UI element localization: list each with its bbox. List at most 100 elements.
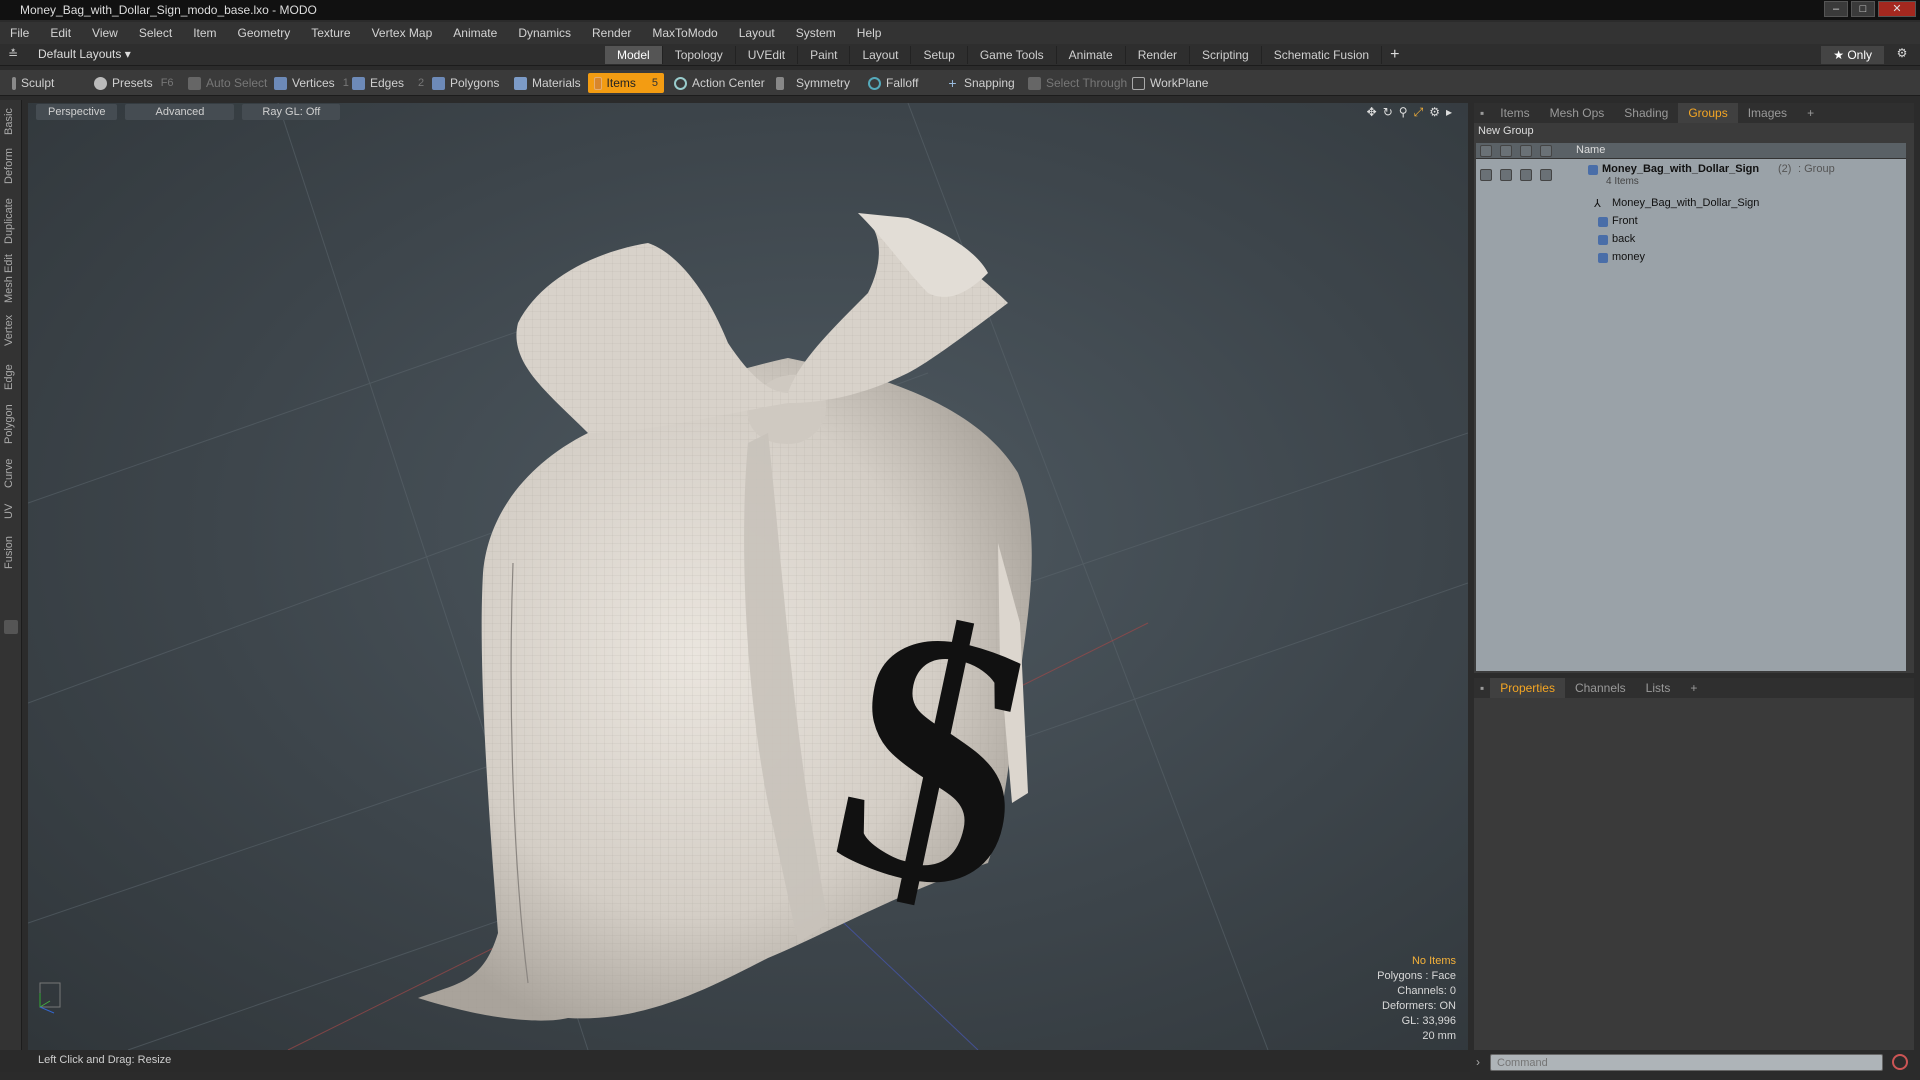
tab-groups[interactable]: Groups <box>1678 103 1738 123</box>
menu-system[interactable]: System <box>796 26 836 40</box>
add-panel-tab-icon[interactable]: + <box>1797 106 1824 120</box>
tab-lists[interactable]: Lists <box>1636 681 1681 695</box>
select-through-icon <box>1028 76 1041 90</box>
menu-geometry[interactable]: Geometry <box>238 26 291 40</box>
viewport-expand-icon[interactable]: ▸ <box>1446 105 1452 120</box>
layout-arrow-icon[interactable]: ≛ <box>8 47 18 61</box>
list-item[interactable]: back <box>1476 231 1906 249</box>
menu-vertex-map[interactable]: Vertex Map <box>372 26 433 40</box>
select-through-button[interactable]: Select Through <box>1022 73 1133 93</box>
menu-render[interactable]: Render <box>592 26 631 40</box>
presets-button[interactable]: Presets F6 <box>88 73 180 93</box>
tab-uvedit[interactable]: UVEdit <box>736 46 799 64</box>
list-item[interactable]: money <box>1476 249 1906 267</box>
menu-animate[interactable]: Animate <box>453 26 497 40</box>
menu-layout[interactable]: Layout <box>739 26 775 40</box>
sculpt-button[interactable]: Sculpt <box>6 73 60 93</box>
viewport-settings-icon[interactable]: ⚙ <box>1429 105 1440 120</box>
symmetry-button[interactable]: Symmetry <box>770 73 856 93</box>
menu-select[interactable]: Select <box>139 26 172 40</box>
menu-help[interactable]: Help <box>857 26 882 40</box>
add-tab-icon[interactable]: + <box>1382 46 1407 64</box>
render-icon[interactable] <box>1500 169 1512 181</box>
tab-paint[interactable]: Paint <box>798 46 851 64</box>
vtab-curve[interactable]: Curve <box>3 456 19 490</box>
workplane-button[interactable]: WorkPlane <box>1126 73 1214 93</box>
menu-maxtomodo[interactable]: MaxToModo <box>652 26 717 40</box>
status-hint: Left Click and Drag: Resize <box>38 1054 172 1066</box>
raygl-button[interactable]: Ray GL: Off <box>242 104 341 120</box>
auto-select-button[interactable]: Auto Select <box>182 73 273 93</box>
tab-properties[interactable]: Properties <box>1490 678 1565 698</box>
tab-model[interactable]: Model <box>605 46 663 64</box>
pan-icon[interactable]: ✥ <box>1367 105 1377 120</box>
snapping-button[interactable]: + Snapping <box>940 73 1021 93</box>
menu-file[interactable]: File <box>10 26 29 40</box>
mesh-icon <box>1598 217 1608 227</box>
materials-button[interactable]: Materials <box>508 73 587 93</box>
vtab-deform[interactable]: Deform <box>3 146 19 186</box>
menu-texture[interactable]: Texture <box>311 26 350 40</box>
tab-animate[interactable]: Animate <box>1057 46 1126 64</box>
items-button[interactable]: Items 5 <box>588 73 664 93</box>
close-button[interactable]: ✕ <box>1878 1 1916 17</box>
tab-shading[interactable]: Shading <box>1614 106 1678 120</box>
vtab-duplicate[interactable]: Duplicate <box>3 196 19 246</box>
advanced-button[interactable]: Advanced <box>125 104 235 120</box>
select-icon[interactable] <box>1540 169 1552 181</box>
lock-icon[interactable] <box>1520 169 1532 181</box>
tab-mesh-ops[interactable]: Mesh Ops <box>1540 106 1615 120</box>
polygons-button[interactable]: Polygons <box>426 73 505 93</box>
tab-channels[interactable]: Channels <box>1565 681 1636 695</box>
command-input[interactable] <box>1490 1054 1883 1071</box>
maximize-button[interactable]: □ <box>1851 1 1875 17</box>
vertices-button[interactable]: Vertices 1 <box>268 73 355 93</box>
tab-topology[interactable]: Topology <box>663 46 736 64</box>
lock-column-icon[interactable] <box>1520 145 1532 157</box>
fit-icon[interactable]: ⤢ <box>1414 105 1424 120</box>
new-group-button[interactable]: New Group <box>1474 123 1538 139</box>
tool-strip-toggle-icon[interactable] <box>4 620 18 634</box>
tab-scripting[interactable]: Scripting <box>1190 46 1262 64</box>
group-row[interactable]: Money_Bag_with_Dollar_Sign (2) : Group 4… <box>1476 161 1906 191</box>
tab-items[interactable]: Items <box>1490 106 1539 120</box>
layout-selector[interactable]: Default Layouts ▾ <box>38 47 131 61</box>
tab-schematic-fusion[interactable]: Schematic Fusion <box>1262 46 1383 64</box>
menu-dynamics[interactable]: Dynamics <box>518 26 571 40</box>
only-button[interactable]: ★ Only <box>1821 46 1884 64</box>
tab-render[interactable]: Render <box>1126 46 1191 64</box>
tab-setup[interactable]: Setup <box>911 46 968 64</box>
panel-menu-icon[interactable]: ▪ <box>1474 106 1490 120</box>
edges-button[interactable]: Edges 2 <box>346 73 430 93</box>
falloff-button[interactable]: Falloff <box>862 73 924 93</box>
view-mode-button[interactable]: Perspective <box>36 104 118 120</box>
action-center-button[interactable]: Action Center <box>668 73 771 93</box>
vtab-basic[interactable]: Basic <box>3 106 19 138</box>
add-panel-tab-icon[interactable]: + <box>1680 681 1707 695</box>
minimize-button[interactable]: – <box>1824 1 1848 17</box>
list-item[interactable]: ⅄ Money_Bag_with_Dollar_Sign <box>1476 195 1906 213</box>
tab-game-tools[interactable]: Game Tools <box>968 46 1057 64</box>
eye-icon[interactable] <box>1480 169 1492 181</box>
rotate-icon[interactable]: ↻ <box>1383 105 1393 120</box>
render-column-icon[interactable] <box>1500 145 1512 157</box>
vtab-polygon[interactable]: Polygon <box>3 402 19 446</box>
select-column-icon[interactable] <box>1540 145 1552 157</box>
vtab-fusion[interactable]: Fusion <box>3 532 19 572</box>
command-history-icon[interactable] <box>1892 1054 1908 1070</box>
menu-edit[interactable]: Edit <box>50 26 71 40</box>
menu-view[interactable]: View <box>92 26 118 40</box>
gear-icon[interactable]: ⚙ <box>1892 46 1912 64</box>
vtab-mesh-edit[interactable]: Mesh Edit <box>3 254 19 304</box>
tab-images[interactable]: Images <box>1738 106 1797 120</box>
visibility-column-icon[interactable] <box>1480 145 1492 157</box>
vtab-edge[interactable]: Edge <box>3 362 19 392</box>
menu-item[interactable]: Item <box>193 26 216 40</box>
panel-menu-icon[interactable]: ▪ <box>1474 681 1490 695</box>
vtab-vertex[interactable]: Vertex <box>3 312 19 348</box>
vtab-uv[interactable]: UV <box>3 500 19 522</box>
3d-viewport[interactable]: $ Perspective Advanced Ray GL: Off ✥ ↻ ⚲… <box>28 103 1468 1050</box>
tab-layout[interactable]: Layout <box>850 46 912 64</box>
list-item[interactable]: Front <box>1476 213 1906 231</box>
zoom-icon[interactable]: ⚲ <box>1399 105 1408 120</box>
